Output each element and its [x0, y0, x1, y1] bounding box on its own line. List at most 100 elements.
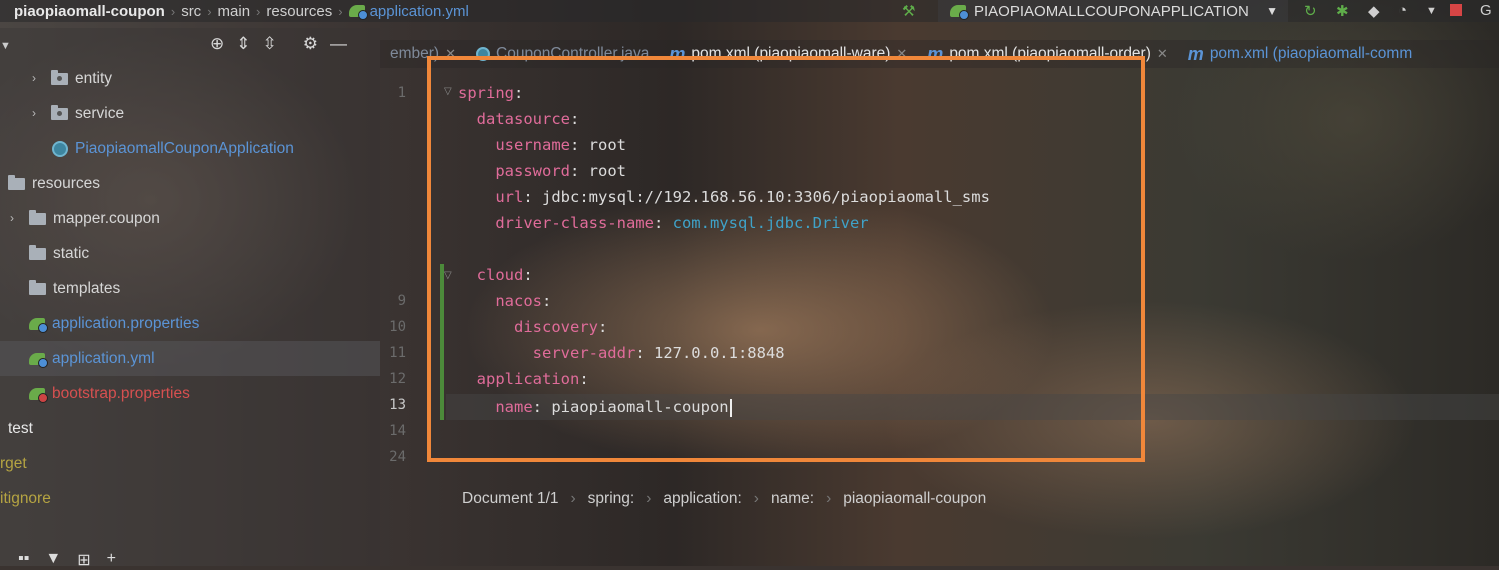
collapse-arrow-icon[interactable]: ▼: [0, 40, 11, 52]
tree-item-test[interactable]: test: [0, 411, 33, 446]
tab-label: ember): [390, 45, 440, 62]
code-line-2[interactable]: datasource:: [458, 106, 580, 132]
line-number: 1: [397, 85, 406, 101]
tree-item-application-properties[interactable]: application.properties: [29, 306, 199, 341]
folder-icon: [29, 279, 46, 295]
run-configuration-label: PIAOPIAOMALLCOUPONAPPLICATION: [974, 2, 1249, 20]
yaml-file-icon: [348, 5, 368, 20]
code-line-3[interactable]: username: root: [458, 132, 626, 158]
maven-icon: m: [927, 43, 944, 64]
spring-boot-class-icon: [52, 140, 68, 157]
tree-item-resources[interactable]: resources: [8, 166, 100, 201]
tree-item-label: rget: [0, 455, 27, 472]
tree-item-templates[interactable]: templates: [29, 271, 120, 306]
fold-arrow-icon[interactable]: ▽: [444, 86, 452, 97]
tree-item-entity[interactable]: › entity: [32, 61, 112, 96]
plus-icon[interactable]: +: [107, 550, 116, 570]
code-line-9[interactable]: nacos:: [458, 288, 551, 314]
tree-item-gitignore[interactable]: itignore: [0, 481, 51, 516]
coverage-shield-icon[interactable]: ◆: [1368, 2, 1380, 20]
more-dropdown-icon[interactable]: ▼: [1426, 5, 1437, 17]
tab-label: pom.xml (piaopiaomall-comm: [1209, 45, 1413, 62]
breadcrumb-project[interactable]: piaopiaomall-coupon: [0, 3, 171, 20]
tree-item-application-yml[interactable]: application.yml: [0, 341, 380, 376]
tree-item-target[interactable]: rget: [0, 446, 27, 481]
line-number: 14: [389, 423, 406, 439]
tab-coupon-controller[interactable]: CouponController.java: [466, 45, 659, 63]
tree-item-label: itignore: [0, 490, 51, 507]
tab-pom-common[interactable]: m pom.xml (piaopiaomall-comm: [1178, 44, 1422, 65]
tree-item-bootstrap-properties[interactable]: bootstrap.properties: [29, 376, 190, 411]
tab-pom-order[interactable]: m pom.xml (piaopiaomall-order) ✕: [917, 44, 1178, 65]
grid-icon[interactable]: ▪▪: [18, 550, 29, 570]
maven-icon: m: [669, 43, 686, 64]
chevron-right-icon: ›: [32, 71, 36, 85]
code-line-10[interactable]: discovery:: [458, 314, 607, 340]
line-number: 12: [389, 371, 406, 387]
spring-boot-icon: [950, 5, 969, 20]
chevron-right-icon: ›: [753, 490, 759, 507]
tab-label: pom.xml (piaopiaomall-ware): [691, 45, 891, 62]
project-toolbar: ⊕ ⇕ ⇳ ⚙ —: [210, 34, 347, 56]
tab-pom-ware[interactable]: m pom.xml (piaopiaomall-ware) ✕: [659, 44, 917, 65]
profiler-icon[interactable]: ◔: [1398, 2, 1407, 19]
breadcrumb-file[interactable]: application.yml: [343, 3, 475, 20]
breadcrumb-main[interactable]: main: [212, 3, 257, 20]
gear-icon[interactable]: ⚙: [303, 34, 318, 56]
tab-label: pom.xml (piaopiaomall-order): [949, 45, 1151, 62]
debug-bug-icon[interactable]: ✱: [1336, 2, 1349, 20]
editor-breadcrumb-bar: Document 1/1 › spring: › application: › …: [380, 484, 1499, 514]
vcs-change-marker[interactable]: [440, 264, 444, 420]
path-spring[interactable]: spring:: [588, 490, 635, 508]
expand-all-icon[interactable]: ⇕: [236, 34, 250, 56]
code-line-13[interactable]: name: piaopiaomall-coupon: [458, 394, 732, 420]
filter-icon[interactable]: ▼: [45, 550, 61, 570]
tree-item-mapper-coupon[interactable]: › mapper.coupon: [10, 201, 160, 236]
rerun-icon[interactable]: ↻: [1304, 2, 1317, 20]
tree-item-label: static: [53, 245, 90, 262]
code-line-8[interactable]: cloud:: [458, 262, 533, 288]
path-application[interactable]: application:: [663, 490, 741, 508]
tree-item-label: test: [8, 420, 33, 437]
tab-ember[interactable]: ember) ✕: [380, 45, 466, 63]
line-number: 11: [389, 345, 406, 361]
line-number: 10: [389, 319, 406, 335]
line-number-gutter: 1 9 10 11 12 13 14 24: [380, 78, 440, 478]
run-configuration-selector[interactable]: PIAOPIAOMALLCOUPONAPPLICATION ▼: [938, 0, 1288, 22]
tree-item-label: PiaopiaomallCouponApplication: [75, 140, 294, 157]
add-box-icon[interactable]: ⊞: [77, 550, 90, 570]
hammer-build-icon[interactable]: ⚒: [902, 2, 915, 20]
path-value[interactable]: piaopiaomall-coupon: [843, 490, 986, 508]
document-indicator[interactable]: Document 1/1: [462, 490, 559, 508]
breadcrumb-src[interactable]: src: [175, 3, 207, 20]
line-number: 13: [389, 397, 406, 413]
code-line-12[interactable]: application:: [458, 366, 589, 392]
close-icon[interactable]: ✕: [1157, 46, 1168, 62]
chevron-right-icon: ›: [646, 490, 652, 507]
tree-item-label: bootstrap.properties: [52, 385, 190, 402]
folder-icon: [29, 244, 46, 260]
tree-item-static[interactable]: static: [29, 236, 89, 271]
fold-arrow-icon[interactable]: ▽: [444, 270, 452, 281]
close-icon[interactable]: ✕: [445, 46, 456, 62]
code-line-1[interactable]: spring:: [458, 80, 523, 106]
chevron-right-icon: ›: [32, 106, 36, 120]
dropdown-arrow-icon: ▼: [1266, 4, 1278, 18]
collapse-all-icon[interactable]: ⇳: [263, 34, 277, 56]
tree-item-label: resources: [32, 175, 101, 192]
tree-item-label: entity: [75, 70, 113, 87]
tree-item-label: mapper.coupon: [53, 210, 160, 227]
code-line-4[interactable]: password: root: [458, 158, 626, 184]
stop-icon[interactable]: [1450, 4, 1462, 16]
tree-item-application-class[interactable]: PiaopiaomallCouponApplication: [52, 131, 294, 166]
breadcrumb-resources[interactable]: resources: [260, 3, 338, 20]
code-line-6[interactable]: driver-class-name: com.mysql.jdbc.Driver: [458, 210, 868, 236]
path-name[interactable]: name:: [771, 490, 814, 508]
tree-item-service[interactable]: › service: [32, 96, 124, 131]
tree-item-label: service: [75, 105, 125, 122]
minimize-icon[interactable]: —: [330, 34, 347, 56]
code-line-5[interactable]: url: jdbc:mysql://192.168.56.10:3306/pia…: [458, 184, 990, 210]
close-icon[interactable]: ✕: [896, 46, 907, 62]
code-line-11[interactable]: server-addr: 127.0.0.1:8848: [458, 340, 785, 366]
locate-target-icon[interactable]: ⊕: [210, 34, 224, 56]
